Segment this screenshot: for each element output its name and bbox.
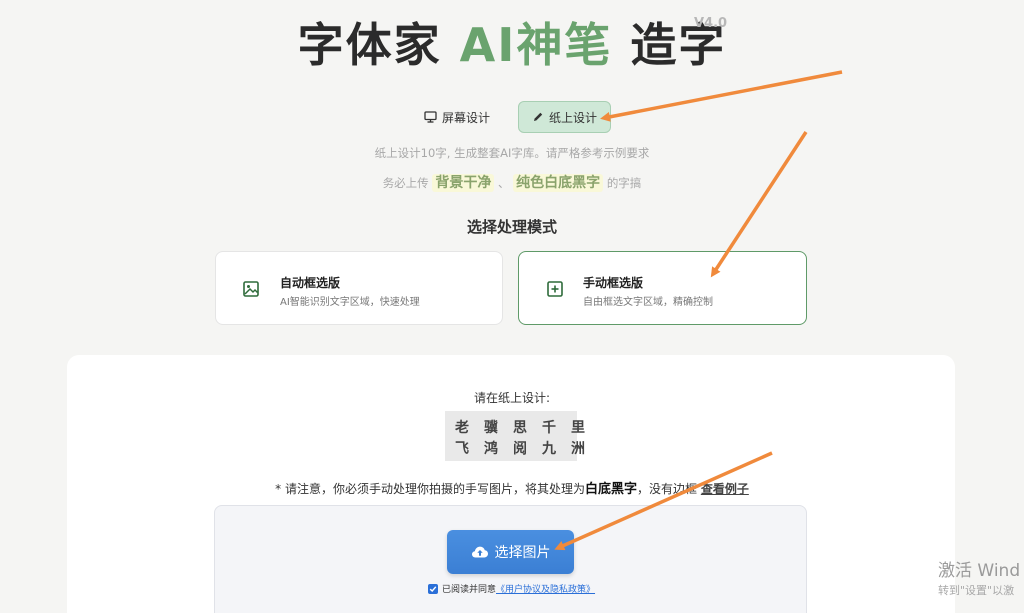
sample-char: 思 xyxy=(513,420,527,436)
choose-image-button[interactable]: 选择图片 xyxy=(447,530,574,574)
sample-row-2: 飞 鸿 阅 九 洲 xyxy=(445,438,595,458)
auto-card-desc: AI智能识别文字区域，快速处理 xyxy=(280,297,420,308)
sample-char: 鸿 xyxy=(484,441,498,457)
auto-card-title: 自动框选版 xyxy=(280,276,341,290)
design-mode-tabs: 屏幕设计 纸上设计 xyxy=(0,101,1024,133)
sample-char: 老 xyxy=(455,420,469,436)
sample-char: 阅 xyxy=(513,441,527,457)
design-label: 请在纸上设计: xyxy=(473,391,551,405)
pencil-icon xyxy=(533,112,543,121)
tab-screen-label: 屏幕设计 xyxy=(441,110,490,125)
hint-separator: 、 xyxy=(498,176,510,190)
title-part1: 字体家 xyxy=(297,18,460,72)
cloud-upload-icon xyxy=(471,546,488,558)
auto-select-card[interactable]: 自动框选版 AI智能识别文字区域，快速处理 xyxy=(215,251,503,325)
windows-activation-watermark: 激活 Wind xyxy=(938,561,1021,581)
hint-text: 纸上设计10字, 生成整套AI字库。请严格参考示例要求 xyxy=(374,146,650,160)
manual-select-card[interactable]: 手动框选版 自由框选文字区域，精确控制 xyxy=(518,251,807,325)
monitor-icon xyxy=(424,111,437,123)
processing-notice: * 请注意，你必须手动处理你拍摄的手写图片，将其处理为白底黑字，没有边框 查看例… xyxy=(0,478,1024,497)
sample-char: 骥 xyxy=(484,420,498,436)
tab-paper-label: 纸上设计 xyxy=(548,110,597,125)
notice-mid: ，没有边框 xyxy=(636,482,697,496)
highlight-white-bg: 纯色白底黑字 xyxy=(513,174,604,192)
manual-card-title: 手动框选版 xyxy=(583,276,644,290)
section-title: 选择处理模式 xyxy=(466,218,557,236)
agreement-row: 已阅读并同意 《用户协议及隐私政策》 xyxy=(428,582,595,595)
sample-char: 洲 xyxy=(571,441,585,457)
notice-prefix: * 请注意，你必须手动处理你拍摄的手写图片，将其处理为 xyxy=(275,482,585,496)
check-icon xyxy=(429,585,437,592)
notice-bold: 白底黑字 xyxy=(584,482,637,497)
windows-activation-subtext: 转到"设置"以激 xyxy=(938,584,1015,597)
sample-char: 九 xyxy=(542,441,556,457)
hint-prefix: 务必上传 xyxy=(382,176,429,190)
plus-square-icon xyxy=(547,281,563,297)
image-icon xyxy=(243,281,259,297)
choose-image-label: 选择图片 xyxy=(494,545,551,561)
sample-characters: 老 骥 思 千 里 飞 鸿 阅 九 洲 xyxy=(445,411,585,461)
highlight-clean-bg: 背景干净 xyxy=(432,174,495,192)
upload-requirement: 务必上传 背景干净 、 纯色白底黑字 的字搞 xyxy=(0,172,1024,192)
manual-card-desc: 自由框选文字区域，精确控制 xyxy=(583,297,713,308)
sample-row-1: 老 骥 思 千 里 xyxy=(445,417,595,437)
tab-screen-design[interactable]: 屏幕设计 xyxy=(416,101,498,133)
tab-paper-design[interactable]: 纸上设计 xyxy=(518,101,611,133)
version-badge: V4.0 xyxy=(694,16,728,31)
sample-char: 里 xyxy=(571,420,585,436)
view-example-link[interactable]: 查看例子 xyxy=(701,482,749,496)
policy-link[interactable]: 《用户协议及隐私政策》 xyxy=(496,582,595,595)
hint-suffix: 的字搞 xyxy=(606,176,642,190)
title-accent: AI神笔 xyxy=(459,18,613,72)
sample-char: 飞 xyxy=(455,441,469,457)
sample-char: 千 xyxy=(542,420,556,436)
agree-checkbox[interactable] xyxy=(428,583,438,594)
page-title: 字体家 AI神笔 造字 xyxy=(298,14,727,76)
agree-prefix: 已阅读并同意 xyxy=(442,585,497,595)
page-header: 字体家 AI神笔 造字 xyxy=(0,14,1024,76)
